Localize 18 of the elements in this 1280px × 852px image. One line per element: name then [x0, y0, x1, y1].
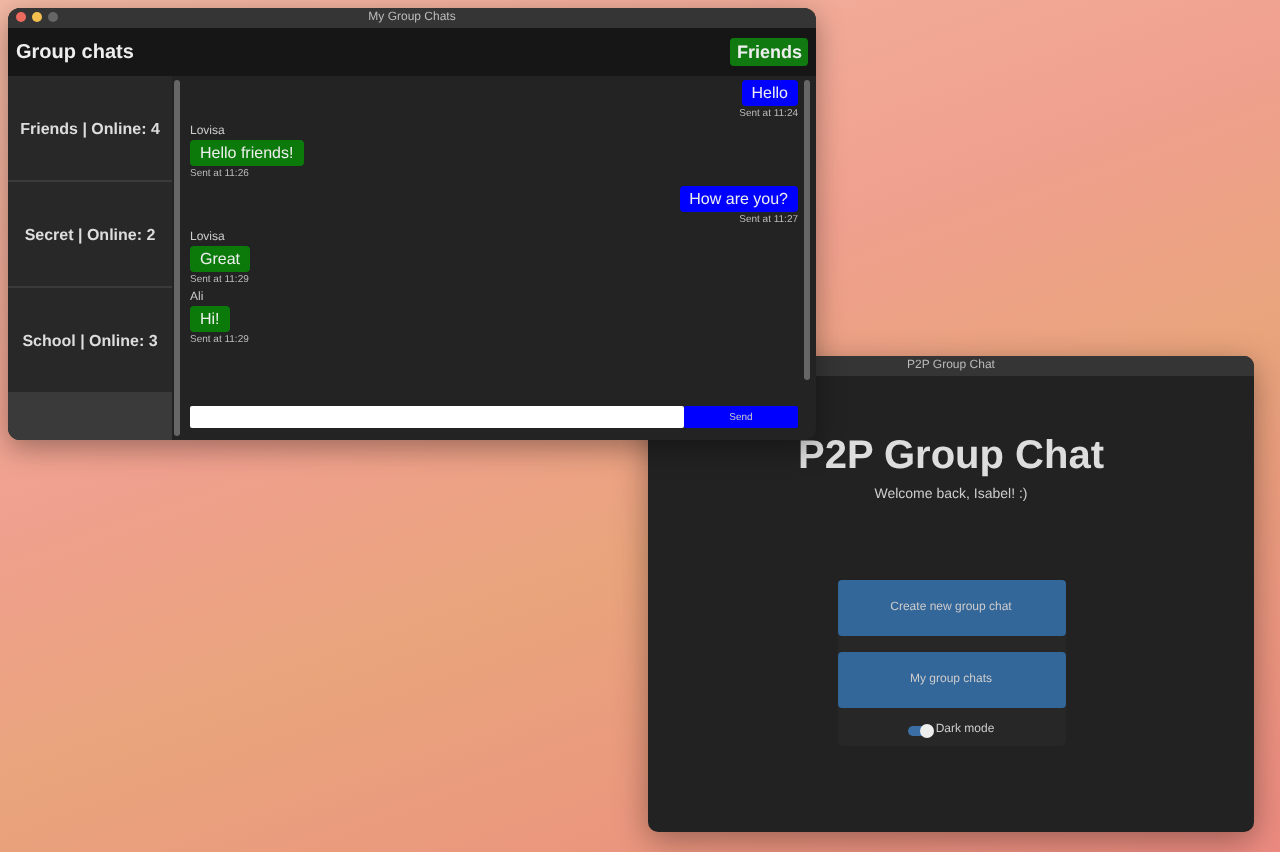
maximize-icon[interactable]	[48, 12, 58, 22]
current-chat-badge: Friends	[730, 38, 808, 66]
sidebar-item[interactable]: School | Online: 3	[8, 288, 172, 392]
message-bubble: Great	[190, 246, 251, 272]
message-input[interactable]	[190, 406, 684, 428]
scrollbar[interactable]	[174, 80, 180, 436]
toggle-switch[interactable]	[907, 725, 932, 735]
message-bubble: Hi!	[190, 306, 230, 332]
message-bubble: Hello	[741, 80, 798, 106]
sidebar-item[interactable]: Secret | Online: 2	[8, 182, 172, 286]
close-icon[interactable]	[16, 12, 26, 22]
scrollbar[interactable]	[804, 80, 810, 380]
app-heading: P2P Group Chat	[798, 434, 1104, 480]
minimize-icon[interactable]	[32, 12, 42, 22]
message-bubble: Hello friends!	[190, 140, 304, 166]
sidebar-item[interactable]: Friends | Online: 4	[8, 76, 172, 180]
header-title: Group chats	[16, 41, 134, 63]
message-bubble: How are you?	[679, 186, 798, 212]
